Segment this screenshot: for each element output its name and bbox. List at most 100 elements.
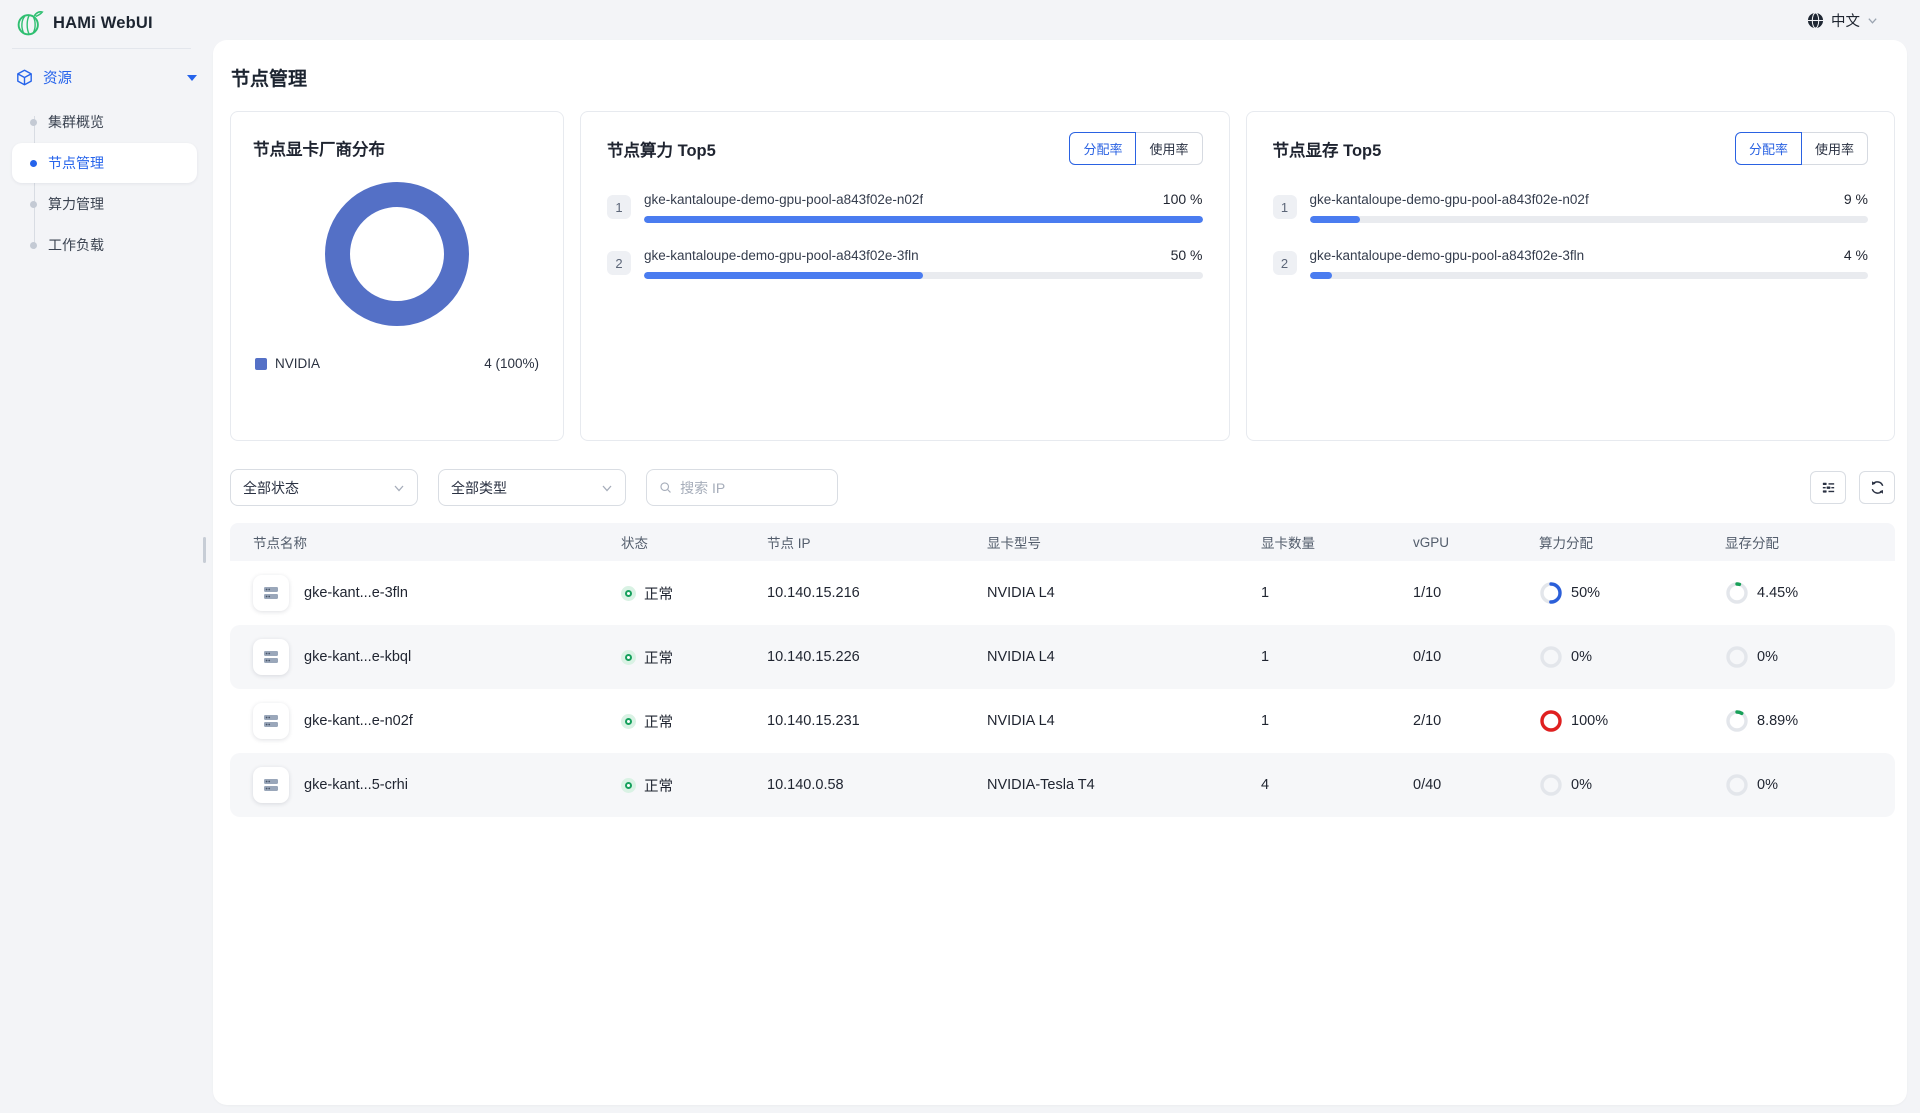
progress-fill bbox=[644, 216, 1203, 223]
app-logo-row: HAMi WebUI bbox=[0, 0, 213, 46]
progress-track bbox=[644, 272, 1203, 279]
menu-dot bbox=[30, 160, 37, 167]
search-icon bbox=[659, 480, 672, 495]
progress-track bbox=[644, 216, 1203, 223]
memory-allocation-gauge: 4.45% bbox=[1725, 581, 1895, 605]
language-selector[interactable]: 中文 bbox=[1807, 10, 1878, 31]
col-memory-allocation: 显存分配 bbox=[1725, 532, 1895, 552]
type-filter-select[interactable]: 全部类型 bbox=[438, 469, 626, 506]
vgpu-ratio: 1/10 bbox=[1413, 585, 1539, 601]
node-server-icon bbox=[253, 703, 289, 739]
gpu-model: NVIDIA L4 bbox=[987, 713, 1261, 729]
node-value: 4 % bbox=[1832, 247, 1868, 263]
toggle-usage-rate[interactable]: 使用率 bbox=[1136, 132, 1202, 165]
legend-label: NVIDIA bbox=[275, 356, 320, 371]
sidebar-item-workloads[interactable]: 工作负载 bbox=[12, 225, 197, 265]
sidebar-item-label: 算力管理 bbox=[48, 194, 104, 214]
node-value: 50 % bbox=[1159, 247, 1203, 263]
node-server-icon bbox=[253, 639, 289, 675]
status-ok-icon bbox=[621, 586, 636, 601]
memory-rate-toggle: 分配率 使用率 bbox=[1735, 132, 1868, 165]
app-root: HAMi WebUI 资源 集群概览 节点管理 算力管理 bbox=[0, 0, 1920, 1113]
progress-fill bbox=[1310, 216, 1360, 223]
app-title: HAMi WebUI bbox=[53, 14, 153, 33]
chevron-down-icon bbox=[187, 75, 197, 81]
table-row[interactable]: gke-kant...e-3fln 正常 10.140.15.216 NVIDI… bbox=[230, 561, 1895, 625]
node-value: 100 % bbox=[1151, 191, 1203, 207]
memory-allocation-gauge: 0% bbox=[1725, 645, 1895, 669]
compute-allocation-gauge: 0% bbox=[1539, 773, 1725, 797]
vgpu-ratio: 0/40 bbox=[1413, 777, 1539, 793]
column-settings-button[interactable] bbox=[1810, 471, 1846, 504]
node-name: gke-kant...e-3fln bbox=[304, 585, 408, 601]
compute-allocation-gauge: 0% bbox=[1539, 645, 1725, 669]
table-row[interactable]: gke-kant...e-kbql 正常 10.140.15.226 NVIDI… bbox=[230, 625, 1895, 689]
compute-allocation-label: 0% bbox=[1571, 777, 1592, 793]
card-memory-top5: 节点显存 Top5 分配率 使用率 1 gke-kantaloupe-demo-… bbox=[1246, 111, 1896, 441]
progress-fill bbox=[644, 272, 923, 279]
nodes-table: 节点名称 状态 节点 IP 显卡型号 显卡数量 vGPU 算力分配 显存分配 bbox=[230, 523, 1895, 817]
rank-badge: 2 bbox=[607, 251, 631, 275]
vendor-donut-chart bbox=[253, 182, 541, 326]
node-name: gke-kant...e-kbql bbox=[304, 649, 411, 665]
col-node-name: 节点名称 bbox=[253, 532, 621, 552]
sidebar-item-label: 集群概览 bbox=[48, 112, 104, 132]
compute-allocation-label: 0% bbox=[1571, 649, 1592, 665]
vgpu-ratio: 2/10 bbox=[1413, 713, 1539, 729]
node-name: gke-kantaloupe-demo-gpu-pool-a843f02e-n0… bbox=[644, 192, 923, 207]
donut-ring bbox=[325, 182, 469, 326]
list-item: 2 gke-kantaloupe-demo-gpu-pool-a843f02e-… bbox=[607, 247, 1203, 279]
sidebar-item-node-management[interactable]: 节点管理 bbox=[12, 143, 197, 183]
language-label: 中文 bbox=[1831, 10, 1860, 31]
status-label: 正常 bbox=[644, 711, 673, 732]
refresh-button[interactable] bbox=[1859, 471, 1895, 504]
rank-badge: 1 bbox=[607, 195, 631, 219]
list-item: 2 gke-kantaloupe-demo-gpu-pool-a843f02e-… bbox=[1273, 247, 1869, 279]
legend-swatch bbox=[255, 358, 267, 370]
node-value: 9 % bbox=[1832, 191, 1868, 207]
node-ip: 10.140.15.226 bbox=[767, 649, 987, 665]
progress-track bbox=[1310, 216, 1869, 223]
compute-allocation-label: 50% bbox=[1571, 585, 1600, 601]
toggle-allocation-rate[interactable]: 分配率 bbox=[1069, 132, 1136, 165]
chevron-down-icon bbox=[1867, 15, 1878, 26]
sidebar-menu: 集群概览 节点管理 算力管理 工作负载 bbox=[0, 102, 213, 265]
status-ok-icon bbox=[621, 650, 636, 665]
toggle-usage-rate[interactable]: 使用率 bbox=[1802, 132, 1868, 165]
chevron-down-icon bbox=[393, 482, 405, 494]
card-gpu-vendor-distribution: 节点显卡厂商分布 NVIDIA 4 (100%) bbox=[230, 111, 564, 441]
gpu-model: NVIDIA L4 bbox=[987, 585, 1261, 601]
search-input[interactable] bbox=[680, 480, 825, 496]
status-ok-icon bbox=[621, 714, 636, 729]
status-label: 正常 bbox=[644, 775, 673, 796]
sidebar-group-resources[interactable]: 资源 bbox=[16, 67, 197, 88]
column-settings-icon bbox=[1820, 479, 1837, 496]
card-compute-top5: 节点算力 Top5 分配率 使用率 1 gke-kantaloupe-demo-… bbox=[580, 111, 1230, 441]
gpu-model: NVIDIA-Tesla T4 bbox=[987, 777, 1261, 793]
sidebar-item-cluster-overview[interactable]: 集群概览 bbox=[12, 102, 197, 142]
summary-cards: 节点显卡厂商分布 NVIDIA 4 (100%) 节点算力 Top5 bbox=[230, 111, 1895, 441]
memory-allocation-label: 0% bbox=[1757, 777, 1778, 793]
sidebar-item-label: 工作负载 bbox=[48, 235, 104, 255]
table-row[interactable]: gke-kant...e-n02f 正常 10.140.15.231 NVIDI… bbox=[230, 689, 1895, 753]
node-name: gke-kant...5-crhi bbox=[304, 777, 408, 793]
sidebar-item-compute-management[interactable]: 算力管理 bbox=[12, 184, 197, 224]
sidebar-resize-handle[interactable] bbox=[203, 537, 206, 563]
card-title: 节点算力 Top5 bbox=[607, 137, 716, 161]
node-name: gke-kantaloupe-demo-gpu-pool-a843f02e-3f… bbox=[644, 248, 919, 263]
col-gpu-model: 显卡型号 bbox=[987, 532, 1261, 552]
hami-logo-icon bbox=[16, 9, 44, 37]
node-ip: 10.140.0.58 bbox=[767, 777, 987, 793]
table-row[interactable]: gke-kant...5-crhi 正常 10.140.0.58 NVIDIA-… bbox=[230, 753, 1895, 817]
menu-dot bbox=[30, 242, 37, 249]
filter-bar: 全部状态 全部类型 bbox=[230, 469, 1895, 506]
memory-allocation-gauge: 0% bbox=[1725, 773, 1895, 797]
status-filter-value: 全部状态 bbox=[243, 478, 299, 498]
col-compute-allocation: 算力分配 bbox=[1539, 532, 1725, 552]
status-filter-select[interactable]: 全部状态 bbox=[230, 469, 418, 506]
toggle-allocation-rate[interactable]: 分配率 bbox=[1735, 132, 1802, 165]
legend-value: 4 (100%) bbox=[484, 356, 539, 371]
node-server-icon bbox=[253, 575, 289, 611]
col-status: 状态 bbox=[621, 532, 767, 552]
sidebar: HAMi WebUI 资源 集群概览 节点管理 算力管理 bbox=[0, 0, 213, 1113]
